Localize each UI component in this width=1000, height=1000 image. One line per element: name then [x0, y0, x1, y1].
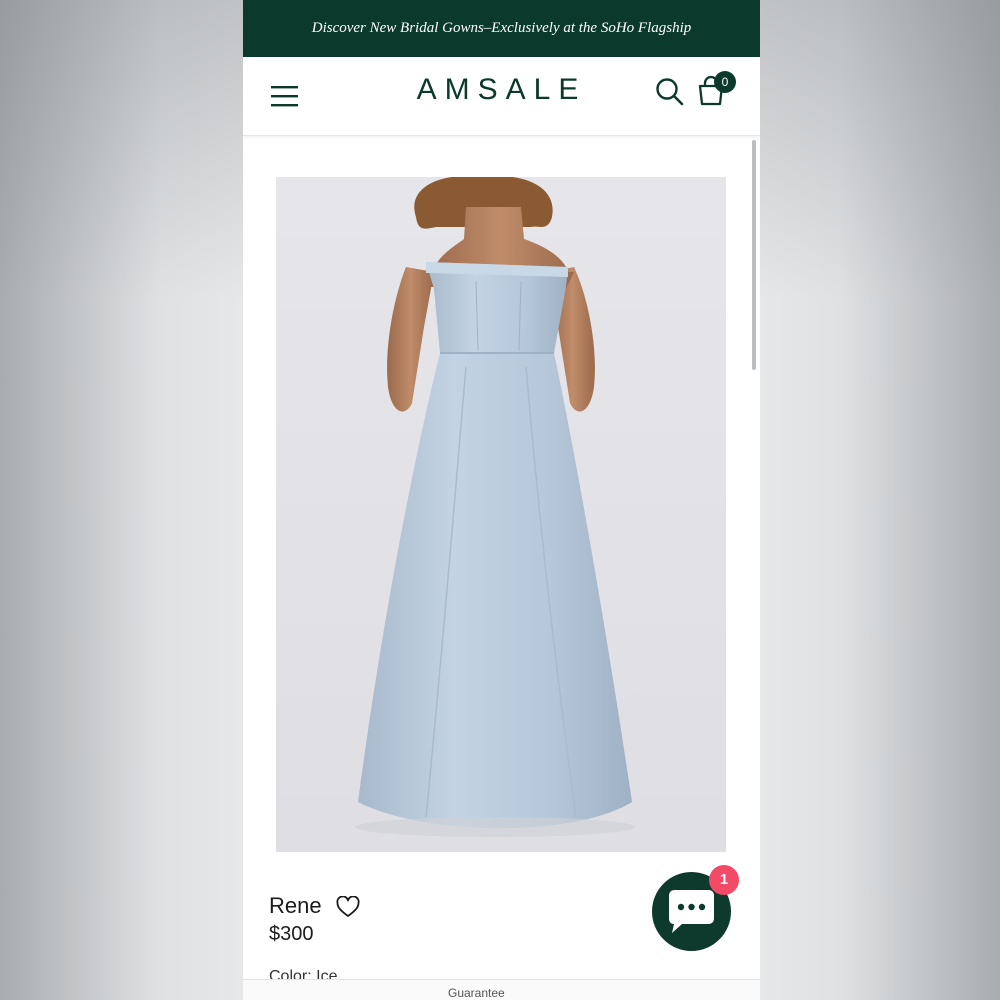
product-photo-strapless-gown — [355, 177, 635, 837]
heart-icon[interactable] — [336, 895, 360, 918]
announcement-bar[interactable]: Discover New Bridal Gowns–Exclusively at… — [243, 0, 760, 57]
scrollbar-thumb[interactable] — [752, 140, 756, 370]
search-icon[interactable] — [655, 77, 685, 107]
announcement-text: Discover New Bridal Gowns–Exclusively at… — [311, 20, 692, 36]
product-price: $300 — [269, 923, 314, 945]
brand-logo[interactable]: AMSALE — [393, 73, 610, 107]
site-header: AMSALE 0 — [243, 57, 760, 136]
product-info: Rene $300 — [269, 893, 360, 946]
mobile-page: Discover New Bridal Gowns–Exclusively at… — [243, 0, 760, 1000]
footer-bar: Guarantee — [243, 979, 760, 1000]
product-name[interactable]: Rene — [269, 893, 322, 919]
chat-notification-badge: 1 — [709, 865, 739, 895]
product-photo[interactable] — [276, 177, 726, 852]
footer-text: Guarantee — [448, 986, 505, 1000]
hamburger-menu-icon[interactable] — [271, 84, 299, 108]
cart-count-badge: 0 — [714, 71, 736, 93]
